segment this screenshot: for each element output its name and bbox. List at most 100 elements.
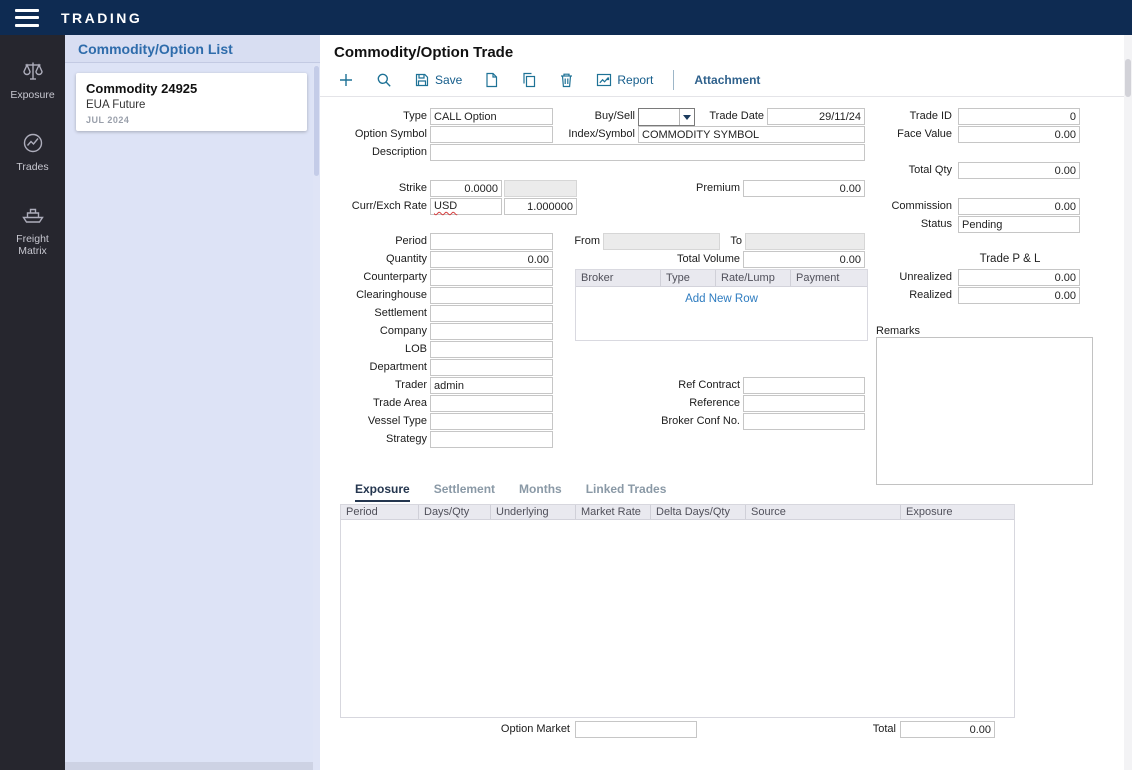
strike-field[interactable] bbox=[430, 180, 502, 197]
page-title: Commodity/Option Trade bbox=[334, 44, 513, 61]
commodity-option-list-panel: Commodity/Option List Commodity 24925 EU… bbox=[65, 35, 320, 770]
days-qty-col-header: Days/Qty bbox=[419, 505, 491, 519]
currency-field[interactable]: USD bbox=[430, 198, 502, 215]
detail-tabs: Exposure Settlement Months Linked Trades bbox=[355, 482, 666, 502]
panel-scrollbar-thumb[interactable] bbox=[314, 66, 319, 176]
panel-scrollbar[interactable] bbox=[313, 64, 320, 770]
option-symbol-field[interactable] bbox=[430, 126, 553, 143]
index-symbol-field[interactable] bbox=[638, 126, 865, 143]
ref-contract-field[interactable] bbox=[743, 377, 865, 394]
period-field[interactable] bbox=[430, 233, 553, 250]
attachment-button[interactable]: Attachment bbox=[692, 71, 762, 89]
tab-months[interactable]: Months bbox=[519, 482, 562, 502]
report-label: Report bbox=[617, 73, 653, 87]
commission-field[interactable] bbox=[958, 198, 1080, 215]
company-field[interactable] bbox=[430, 323, 553, 340]
buy-sell-label: Buy/Sell bbox=[573, 108, 635, 125]
settlement-field[interactable] bbox=[430, 305, 553, 322]
main-scrollbar-thumb[interactable] bbox=[1125, 59, 1131, 97]
trade-area-label: Trade Area bbox=[322, 395, 427, 412]
sidebar-item-trades[interactable]: Trades bbox=[0, 123, 65, 181]
to-label: To bbox=[720, 233, 742, 250]
description-label: Description bbox=[322, 144, 427, 161]
trade-area-field[interactable] bbox=[430, 395, 553, 412]
ship-icon bbox=[21, 203, 45, 227]
search-icon bbox=[376, 72, 392, 88]
sidebar-item-freight-matrix[interactable]: Freight Matrix bbox=[0, 195, 65, 265]
trade-date-label: Trade Date bbox=[690, 108, 764, 125]
status-field[interactable] bbox=[958, 216, 1080, 233]
description-field[interactable] bbox=[430, 144, 865, 161]
app-title: TRADING bbox=[61, 10, 142, 26]
reference-field[interactable] bbox=[743, 395, 865, 412]
delete-button[interactable] bbox=[557, 70, 576, 90]
broker-conf-no-label: Broker Conf No. bbox=[650, 413, 740, 430]
trades-icon bbox=[21, 131, 45, 155]
commission-label: Commission bbox=[848, 198, 952, 215]
counterparty-field[interactable] bbox=[430, 269, 553, 286]
period-col-header: Period bbox=[341, 505, 419, 519]
realized-field[interactable] bbox=[958, 287, 1080, 304]
vessel-type-field[interactable] bbox=[430, 413, 553, 430]
search-button[interactable] bbox=[374, 70, 394, 90]
face-value-label: Face Value bbox=[848, 126, 952, 143]
total-volume-label: Total Volume bbox=[658, 251, 740, 268]
new-document-button[interactable] bbox=[482, 70, 501, 90]
remarks-field[interactable] bbox=[876, 337, 1093, 485]
strategy-field[interactable] bbox=[430, 431, 553, 448]
lob-label: LOB bbox=[322, 341, 427, 358]
topbar: TRADING bbox=[0, 0, 1132, 35]
sidebar-item-exposure[interactable]: Exposure bbox=[0, 51, 65, 109]
trader-field[interactable] bbox=[430, 377, 553, 394]
total-volume-field[interactable] bbox=[743, 251, 865, 268]
department-field[interactable] bbox=[430, 359, 553, 376]
menu-icon[interactable] bbox=[15, 9, 41, 27]
index-symbol-label: Index/Symbol bbox=[553, 126, 635, 143]
type-field[interactable] bbox=[430, 108, 553, 125]
main-scrollbar[interactable] bbox=[1124, 35, 1132, 770]
quantity-field[interactable] bbox=[430, 251, 553, 268]
add-button[interactable] bbox=[336, 70, 356, 90]
total-field[interactable] bbox=[900, 721, 995, 738]
scale-icon bbox=[21, 59, 45, 83]
app-window: TRADING Exposure Trades Freight Matrix C… bbox=[0, 0, 1132, 770]
total-qty-label: Total Qty bbox=[848, 162, 952, 179]
company-label: Company bbox=[322, 323, 427, 340]
from-label: From bbox=[563, 233, 600, 250]
face-value-field[interactable] bbox=[958, 126, 1080, 143]
broker-table: Broker Type Rate/Lump Payment Add New Ro… bbox=[575, 269, 868, 341]
to-field bbox=[745, 233, 865, 250]
lob-field[interactable] bbox=[430, 341, 553, 358]
strategy-label: Strategy bbox=[322, 431, 427, 448]
buy-sell-dropdown[interactable] bbox=[638, 108, 695, 126]
option-market-field[interactable] bbox=[575, 721, 697, 738]
premium-field[interactable] bbox=[743, 180, 865, 197]
tab-exposure[interactable]: Exposure bbox=[355, 482, 410, 502]
from-field bbox=[603, 233, 720, 250]
tab-settlement[interactable]: Settlement bbox=[434, 482, 495, 502]
exposure-table-body bbox=[341, 520, 1014, 717]
add-new-row-link[interactable]: Add New Row bbox=[576, 293, 867, 305]
save-button[interactable]: Save bbox=[412, 70, 464, 90]
copy-button[interactable] bbox=[519, 70, 539, 90]
panel-horizontal-scrollbar[interactable] bbox=[65, 762, 313, 770]
realized-label: Realized bbox=[848, 287, 952, 304]
save-icon bbox=[414, 72, 430, 88]
exch-rate-field[interactable] bbox=[504, 198, 577, 215]
trade-id-field[interactable] bbox=[958, 108, 1080, 125]
total-qty-field[interactable] bbox=[958, 162, 1080, 179]
option-symbol-label: Option Symbol bbox=[322, 126, 427, 143]
document-icon bbox=[484, 72, 499, 88]
broker-conf-no-field[interactable] bbox=[743, 413, 865, 430]
reference-label: Reference bbox=[658, 395, 740, 412]
delta-days-qty-col-header: Delta Days/Qty bbox=[651, 505, 746, 519]
tab-linked-trades[interactable]: Linked Trades bbox=[586, 482, 667, 502]
commodity-list-item[interactable]: Commodity 24925 EUA Future JUL 2024 bbox=[76, 73, 307, 131]
report-button[interactable]: Report bbox=[594, 70, 655, 90]
total-label: Total bbox=[853, 721, 896, 738]
panel-title: Commodity/Option List bbox=[65, 35, 320, 63]
sidebar-item-label: Exposure bbox=[10, 89, 54, 101]
trader-label: Trader bbox=[322, 377, 427, 394]
unrealized-field[interactable] bbox=[958, 269, 1080, 286]
clearinghouse-field[interactable] bbox=[430, 287, 553, 304]
